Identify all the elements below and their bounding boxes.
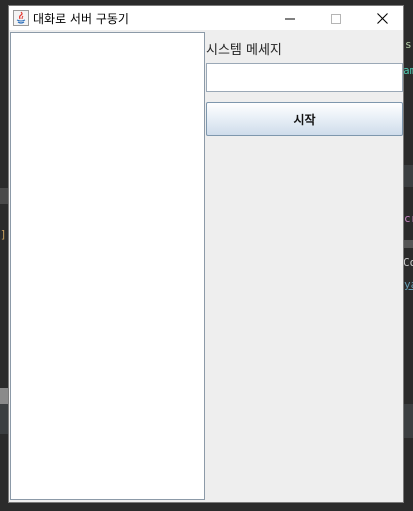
- background-code-fragment: am: [403, 64, 413, 77]
- background-editor-strip: [0, 388, 8, 404]
- java-app-icon: [13, 10, 29, 26]
- title-bar[interactable]: 대화로 서버 구동기: [9, 6, 403, 30]
- background-editor-strip: [404, 404, 413, 438]
- background-editor-strip: [404, 240, 413, 248]
- minimize-icon: [285, 9, 295, 28]
- close-button[interactable]: [359, 6, 405, 30]
- maximize-button[interactable]: [313, 6, 359, 30]
- background-code-fragment: Co: [403, 256, 413, 269]
- background-editor-strip: [404, 165, 413, 187]
- background-editor-strip: [0, 188, 8, 204]
- background-code-fragment: ]: [0, 228, 7, 241]
- background-code-fragment: cr: [404, 212, 413, 225]
- background-code-fragment: ya: [404, 278, 413, 291]
- window-title: 대화로 서버 구동기: [33, 12, 129, 26]
- start-button[interactable]: 시작: [206, 102, 403, 136]
- minimize-button[interactable]: [267, 6, 313, 30]
- background-editor-strip: [0, 404, 8, 434]
- system-message-field[interactable]: [206, 63, 403, 92]
- maximize-icon: [331, 9, 341, 28]
- system-message-label: 시스템 메세지: [206, 43, 282, 58]
- background-code-fragment: s: [405, 38, 412, 51]
- server-window: 대화로 서버 구동기 시스템 메세지 시작: [8, 5, 404, 503]
- client-list-area[interactable]: [10, 32, 205, 500]
- close-icon: [376, 9, 388, 28]
